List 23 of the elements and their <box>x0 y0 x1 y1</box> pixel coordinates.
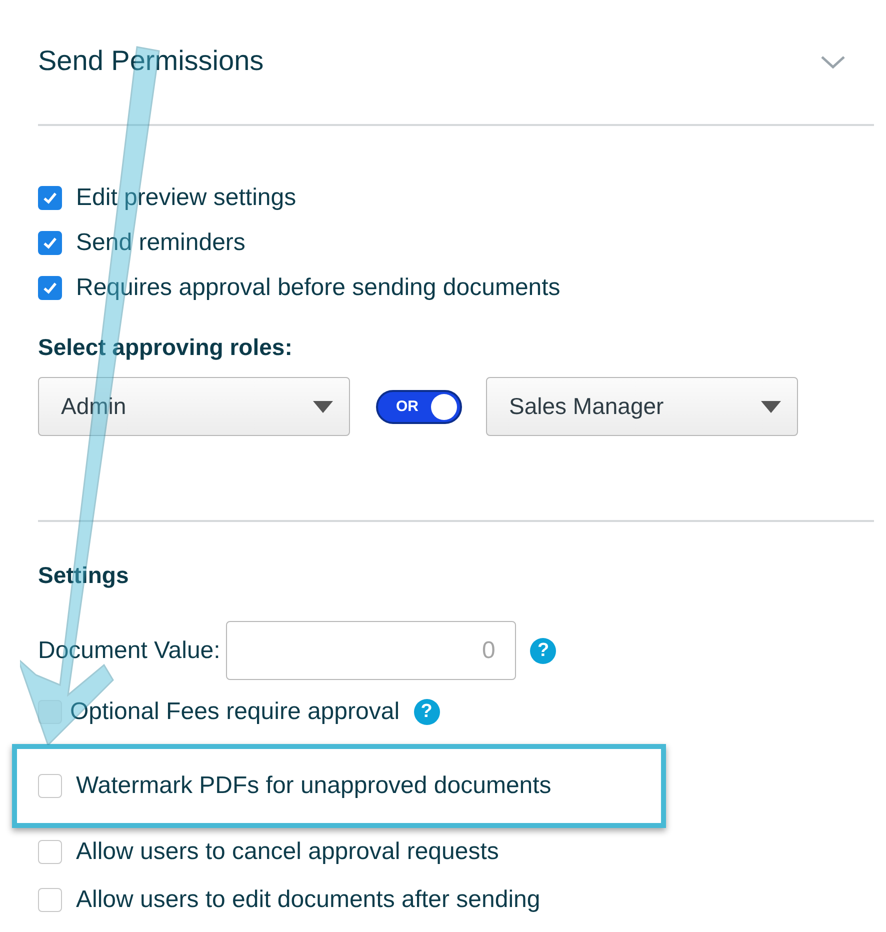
checkbox-label: Watermark PDFs for unapproved documents <box>76 771 552 801</box>
chevron-icon[interactable] <box>820 54 846 70</box>
or-toggle[interactable]: OR <box>376 390 462 424</box>
section-title: Send Permissions <box>38 45 264 77</box>
checkbox[interactable] <box>38 231 62 255</box>
caret-icon <box>313 400 333 412</box>
checkbox-label: Allow users to cancel approval requests <box>76 837 499 867</box>
checkbox[interactable] <box>38 276 62 300</box>
document-value-label: Document Value: <box>38 636 220 666</box>
role-dropdown[interactable]: Admin <box>38 377 350 436</box>
caret-icon <box>761 400 781 412</box>
settings-title: Settings <box>38 562 130 589</box>
checkbox-label: Send reminders <box>76 228 246 258</box>
checkbox-label: Requires approval before sending documents <box>76 273 560 303</box>
checkbox-label: Optional Fees require approval <box>70 697 400 727</box>
checkbox-label: Edit preview settings <box>76 183 296 213</box>
checkbox[interactable] <box>38 774 62 798</box>
checkbox[interactable] <box>38 888 62 912</box>
role-dropdown[interactable]: Sales Manager <box>486 377 798 436</box>
checkbox[interactable] <box>38 186 62 210</box>
checkbox[interactable] <box>38 840 62 864</box>
checkbox-label: Allow users to edit documents after sending <box>76 885 540 915</box>
roles-label: Select approving roles: <box>38 334 294 361</box>
